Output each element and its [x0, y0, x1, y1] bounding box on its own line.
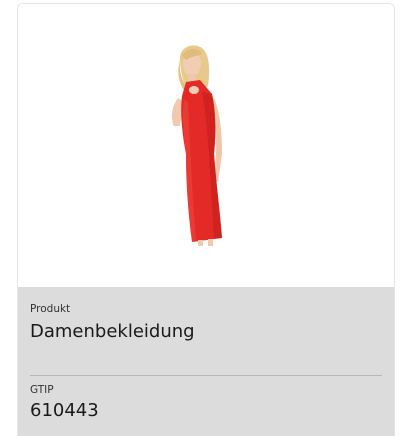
product-info: Produkt Damenbekleidung GTIP 610443	[18, 287, 394, 436]
divider	[30, 375, 382, 376]
gtip-value: 610443	[30, 400, 99, 421]
dress-photo	[171, 45, 222, 246]
product-value: Damenbekleidung	[30, 321, 195, 342]
product-label: Produkt	[30, 303, 71, 315]
product-image[interactable]	[18, 4, 394, 287]
product-card[interactable]: Produkt Damenbekleidung GTIP 610443	[17, 3, 395, 436]
gtip-label: GTIP	[30, 384, 54, 396]
